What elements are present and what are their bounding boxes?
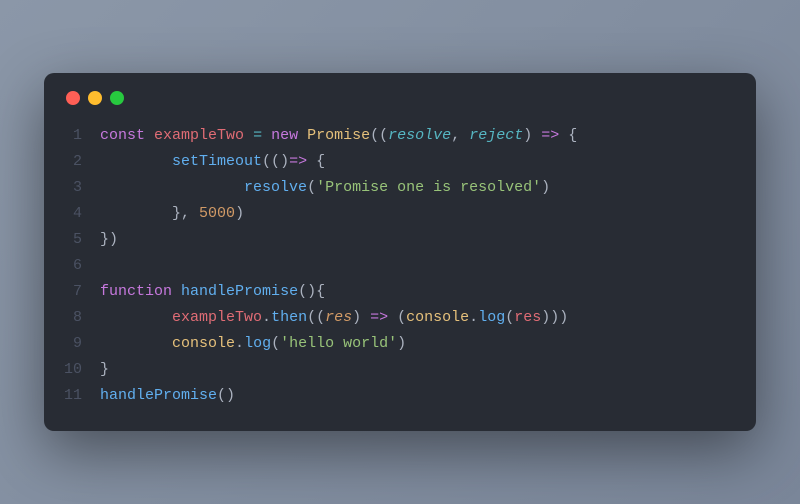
code-area[interactable]: 1 2 3 4 5 6 7 8 9 10 11 const exampleTwo… (64, 123, 736, 409)
minimize-icon[interactable] (88, 91, 102, 105)
code-line: setTimeout(()=> { (100, 153, 325, 170)
code-line: }) (100, 231, 118, 248)
code-line: exampleTwo.then((res) => (console.log(re… (100, 309, 568, 326)
code-line: } (100, 361, 109, 378)
code-line: resolve('Promise one is resolved') (100, 179, 550, 196)
close-icon[interactable] (66, 91, 80, 105)
code-line: console.log('hello world') (100, 335, 406, 352)
line-number-gutter: 1 2 3 4 5 6 7 8 9 10 11 (64, 123, 100, 409)
code-editor: 1 2 3 4 5 6 7 8 9 10 11 const exampleTwo… (44, 73, 756, 431)
window-titlebar (64, 91, 736, 105)
code-line: function handlePromise(){ (100, 283, 325, 300)
zoom-icon[interactable] (110, 91, 124, 105)
code-line: handlePromise() (100, 387, 235, 404)
code-line: const exampleTwo = new Promise((resolve,… (100, 127, 577, 144)
code-content[interactable]: const exampleTwo = new Promise((resolve,… (100, 123, 577, 409)
code-line: }, 5000) (100, 205, 244, 222)
